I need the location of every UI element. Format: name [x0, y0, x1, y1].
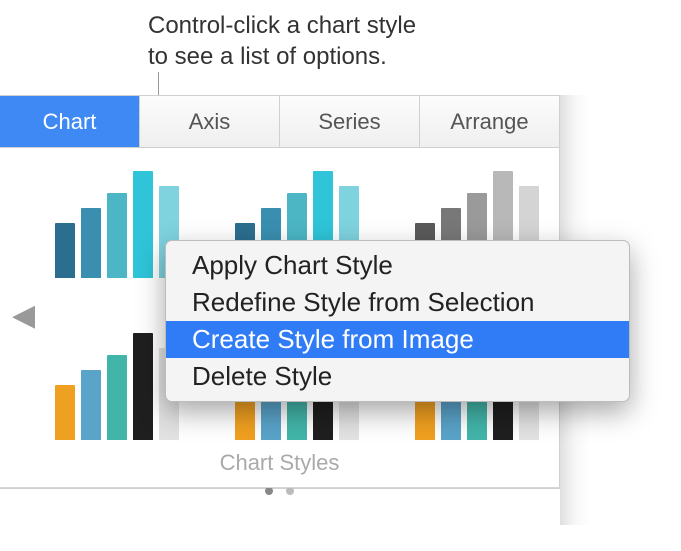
bar-icon [81, 208, 101, 278]
chevron-left-icon[interactable]: ◀︎ [12, 298, 35, 333]
page-dot[interactable] [265, 487, 273, 495]
bar-icon [55, 385, 75, 440]
context-menu: Apply Chart Style Redefine Style from Se… [165, 240, 630, 402]
tab-bar: Chart Axis Series Arrange [0, 96, 559, 148]
page-dot[interactable] [286, 487, 294, 495]
callout-line1: Control-click a chart style [148, 12, 416, 39]
tab-chart[interactable]: Chart [0, 96, 140, 147]
page-dots [0, 482, 559, 500]
bar-icon [55, 223, 75, 278]
tab-series[interactable]: Series [280, 96, 420, 147]
menu-item-apply-style[interactable]: Apply Chart Style [166, 247, 629, 284]
divider [0, 487, 559, 488]
bar-icon [133, 333, 153, 440]
bar-icon [107, 193, 127, 278]
menu-item-redefine-style[interactable]: Redefine Style from Selection [166, 284, 629, 321]
menu-item-create-style[interactable]: Create Style from Image [166, 321, 629, 358]
tab-arrange[interactable]: Arrange [420, 96, 559, 147]
bar-icon [107, 355, 127, 440]
callout-line2: to see a list of options. [148, 43, 387, 70]
chart-styles-label: Chart Styles [0, 450, 559, 476]
tab-axis[interactable]: Axis [140, 96, 280, 147]
menu-item-delete-style[interactable]: Delete Style [166, 358, 629, 395]
bar-icon [81, 370, 101, 440]
bar-icon [133, 171, 153, 278]
callout-text: Control-click a chart style to see a lis… [148, 10, 416, 72]
